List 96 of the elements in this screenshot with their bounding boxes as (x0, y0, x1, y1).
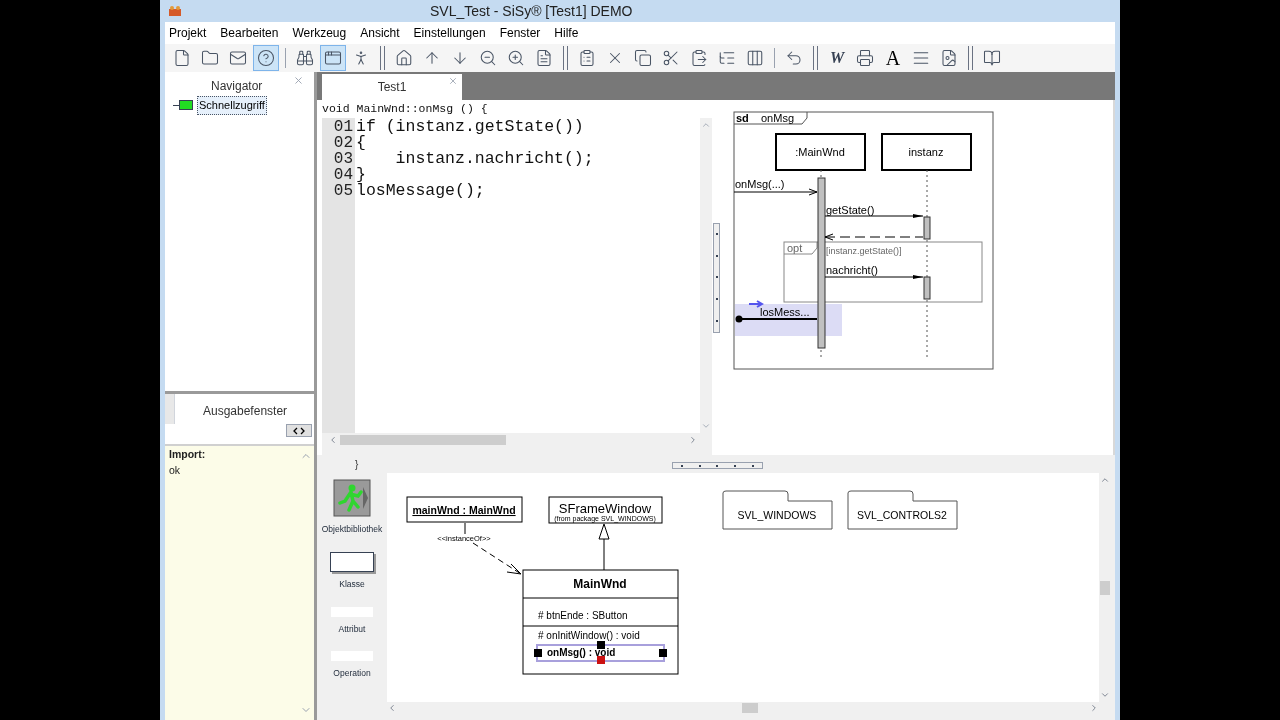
toggle-button[interactable] (286, 424, 312, 437)
frame-name: onMsg (761, 112, 795, 124)
window-icon (324, 49, 342, 67)
chevrons-icon (293, 426, 305, 435)
class-name: MainWnd (573, 577, 627, 591)
home-icon (395, 49, 413, 67)
scroll-down-icon[interactable] (1100, 690, 1110, 700)
clipboard-icon (578, 49, 596, 67)
list-tree-icon (718, 49, 736, 67)
lifeline-label: instanz (908, 146, 944, 158)
code-line: instanz.nachricht(); (394, 151, 595, 167)
selection-frame[interactable] (534, 641, 667, 664)
line-number: 05 (333, 183, 353, 199)
tree-item[interactable]: Schnellzugriff (197, 96, 267, 115)
toolbar-button[interactable]: W (824, 45, 850, 71)
menu-item[interactable]: Fenster (499, 24, 541, 42)
copy-icon (634, 49, 652, 67)
scroll-right-icon[interactable] (1089, 703, 1099, 713)
package-label: SVL_WINDOWS (737, 509, 817, 521)
running-figure-icon (333, 479, 371, 517)
book-icon (983, 49, 1001, 67)
fragment-label-tab (783, 241, 818, 255)
palette-label[interactable]: Operation (333, 667, 371, 680)
function-header: void MainWnd::onMsg () { (322, 101, 488, 118)
message-label: onMsg(...) (735, 178, 785, 190)
splitter-handle[interactable] (713, 222, 720, 333)
toolbar-button[interactable] (253, 45, 279, 71)
guard-condition: [instanz.getState()] (826, 246, 902, 256)
columns-icon (746, 49, 764, 67)
image-file-icon (940, 49, 958, 67)
closing-brace: } (355, 457, 359, 472)
output-text: ok (169, 462, 182, 478)
palette-label[interactable]: Objektbibliothek (321, 523, 383, 536)
app-icon (168, 5, 182, 17)
toolbar-button[interactable] (320, 45, 346, 71)
message-label: getState() (826, 204, 875, 216)
class-label: SFrameWindow (558, 501, 652, 516)
class-shape-icon (330, 551, 374, 572)
undo-icon (785, 49, 803, 67)
scrollbar-thumb[interactable] (340, 435, 506, 445)
scroll-up-icon[interactable] (1100, 475, 1110, 485)
binoculars-icon (296, 49, 314, 67)
output-heading: Import: (169, 447, 207, 462)
activation-bar (923, 216, 931, 240)
menu-item[interactable]: Projekt (169, 24, 207, 42)
operation-label: onMsg() : void (547, 647, 616, 658)
splitter-handle[interactable] (672, 462, 763, 469)
fragment-operator: opt (787, 242, 803, 254)
activation-bar (923, 276, 931, 300)
scrollbar-thumb[interactable] (742, 703, 758, 713)
document-icon (535, 49, 553, 67)
operation-label: # onInitWindow() : void (538, 630, 640, 641)
printer-icon (856, 49, 874, 67)
code-line: { (356, 135, 367, 151)
menu-item[interactable]: Einstellungen (413, 24, 486, 42)
lifeline-label: :MainWnd (795, 146, 845, 158)
line-number: 04 (333, 167, 353, 183)
palette-label[interactable]: Attribut (338, 622, 366, 636)
line-number: 03 (333, 151, 353, 167)
attribute-label: # btnEnde : SButton (538, 610, 628, 621)
menu-item[interactable]: Hilfe (554, 24, 579, 42)
code-line: } (356, 167, 366, 183)
file-icon (173, 49, 191, 67)
message-label: nachricht() (826, 264, 878, 276)
scroll-left-icon[interactable] (328, 435, 338, 445)
scissors-icon (662, 49, 680, 67)
menu-item[interactable]: Bearbeiten (220, 24, 279, 42)
lines-icon (912, 49, 930, 67)
help-icon (257, 49, 275, 67)
panel-title: Navigator (211, 78, 263, 95)
folder-icon (201, 49, 219, 67)
arrow-down-icon (451, 49, 469, 67)
small-arrow-icon (748, 300, 764, 308)
zoom-in-icon (507, 49, 525, 67)
window-title: SVL_Test - SiSy® [Test1] DEMO (430, 1, 633, 21)
document-tab[interactable]: Test1 (322, 74, 462, 100)
palette-label[interactable]: Klasse (339, 577, 365, 591)
code-line: if (instanz.getState()) (356, 119, 585, 135)
scroll-left-icon[interactable] (387, 703, 397, 713)
toolbar-button[interactable]: A (880, 45, 906, 71)
menu-item[interactable]: Werkzeug (292, 24, 347, 42)
object-label: mainWnd : MainWnd (412, 504, 516, 516)
envelope-icon (229, 49, 247, 67)
package-label: SVL_CONTROLS2 (857, 509, 947, 521)
frame-keyword: sd (736, 112, 749, 124)
menu-item[interactable]: Ansicht (360, 24, 400, 42)
line-number: 01 (333, 119, 353, 135)
paste-icon (690, 49, 708, 67)
close-icon[interactable] (293, 75, 304, 86)
line-number: 02 (333, 135, 353, 151)
message-label: losMess... (760, 306, 810, 318)
scroll-right-icon[interactable] (688, 435, 698, 445)
zoom-out-icon (479, 49, 497, 67)
code-line: losMessage(); (356, 183, 486, 199)
generalization-arrow (598, 523, 610, 571)
scrollbar-thumb[interactable] (1100, 580, 1110, 595)
